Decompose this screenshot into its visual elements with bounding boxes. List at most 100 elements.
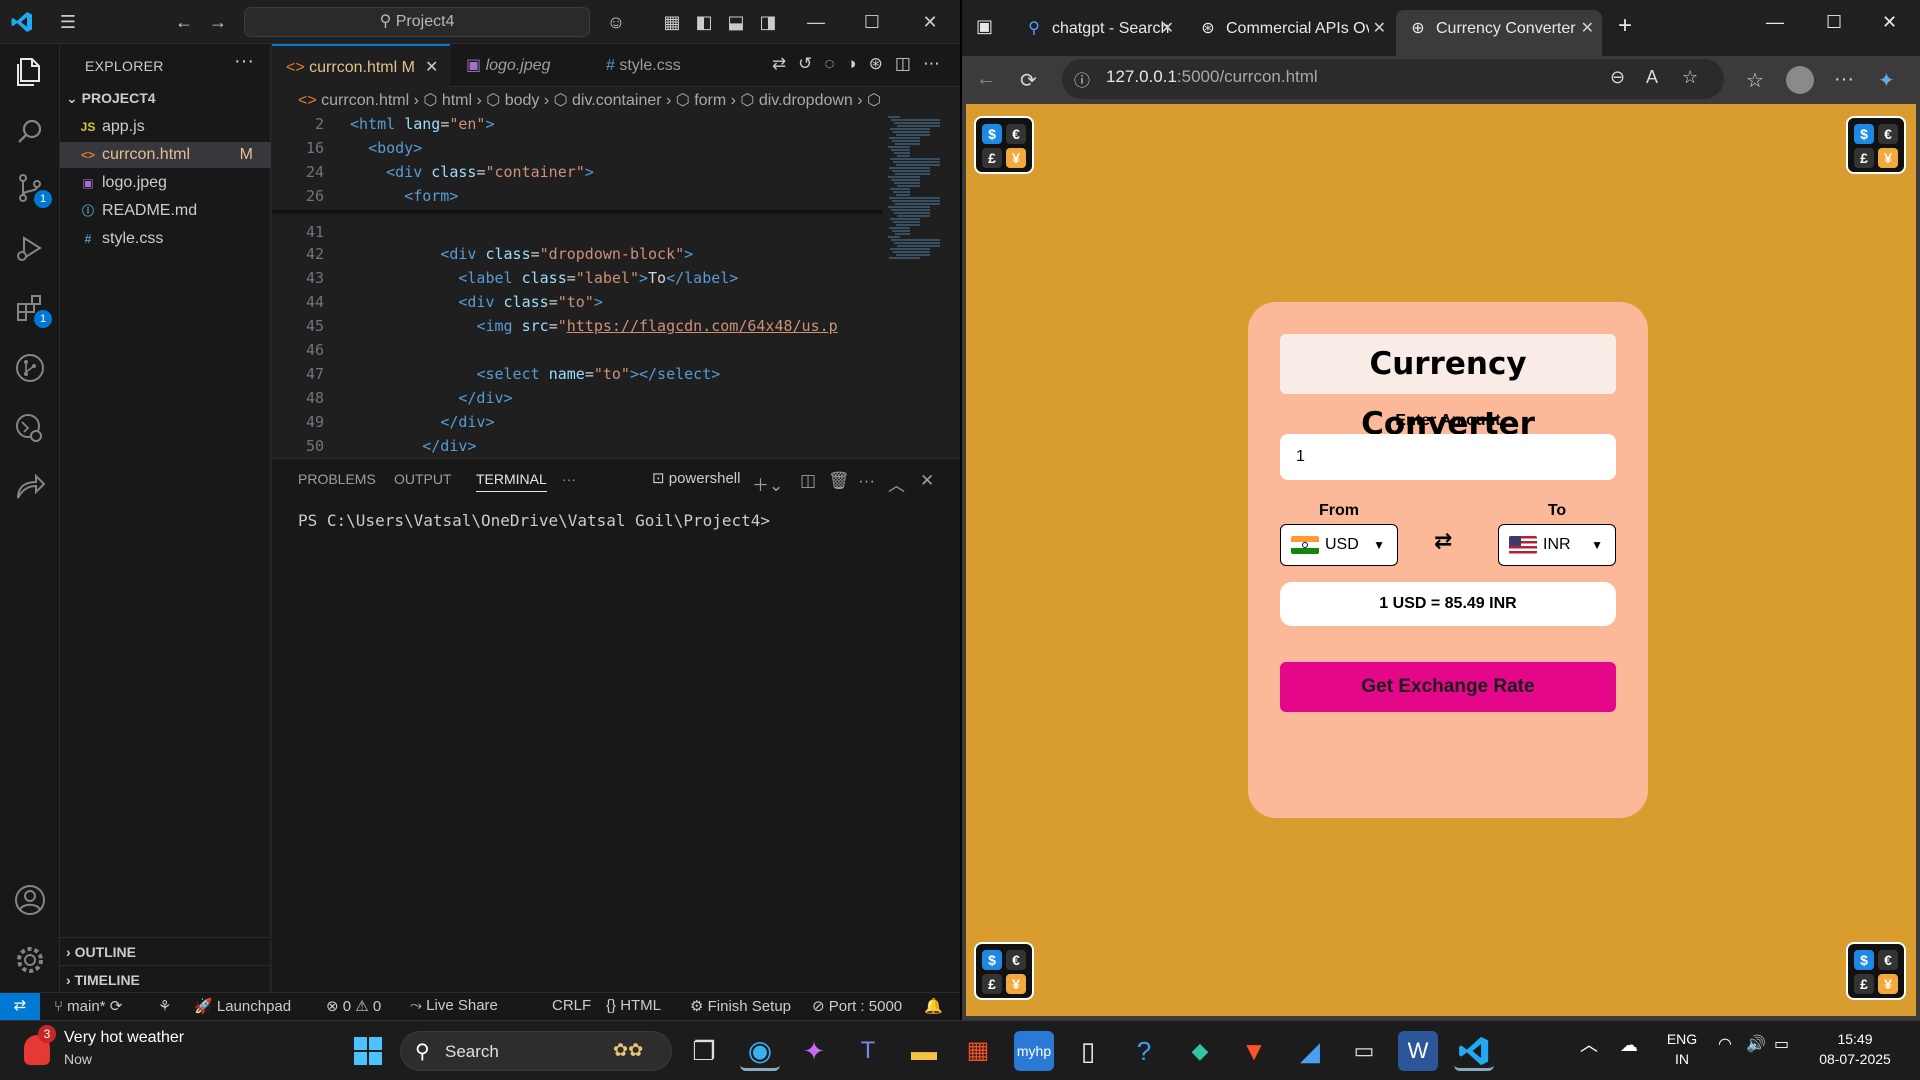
- settings-gear-icon[interactable]: [12, 942, 48, 978]
- onedrive-icon[interactable]: ☁: [1620, 1035, 1638, 1055]
- terminal-app-icon[interactable]: ▭: [1344, 1031, 1384, 1071]
- myhp-icon[interactable]: myhp: [1014, 1031, 1054, 1071]
- kill-terminal-icon[interactable]: 🗑: [828, 471, 850, 491]
- notifications-bell-icon[interactable]: 🔔: [924, 997, 943, 1015]
- back-arrow-icon[interactable]: ←: [172, 10, 196, 34]
- more-actions-icon[interactable]: ···: [234, 50, 254, 73]
- battery-icon[interactable]: ▭: [1774, 1035, 1789, 1055]
- run-debug-icon[interactable]: [12, 230, 48, 266]
- code-line[interactable]: 48 </div>: [272, 386, 513, 410]
- more-panel-tabs-icon[interactable]: ···: [562, 471, 576, 487]
- tab-terminal[interactable]: TERMINAL: [476, 471, 547, 492]
- terminal-prompt[interactable]: PS C:\Users\Vatsal\OneDrive\Vatsal Goil\…: [298, 511, 770, 530]
- command-center-search[interactable]: ⚲ Project4: [244, 7, 590, 37]
- vscode-taskbar-icon[interactable]: [1454, 1031, 1494, 1071]
- notepad-icon[interactable]: ▯: [1068, 1031, 1108, 1071]
- minimize-icon[interactable]: —: [804, 10, 828, 34]
- teams-icon[interactable]: T: [848, 1031, 888, 1071]
- profile-avatar[interactable]: [1786, 66, 1814, 94]
- get-exchange-rate-button[interactable]: Get Exchange Rate: [1280, 662, 1616, 712]
- forward-arrow-icon[interactable]: →: [206, 10, 230, 34]
- tab-logo-jpeg[interactable]: ▣ logo.jpeg: [452, 44, 592, 87]
- code-line[interactable]: 41: [272, 220, 350, 244]
- code-line[interactable]: 45 <img src="https://flagcdn.com/64x48/u…: [272, 314, 838, 338]
- clock[interactable]: 15:49 08-07-2025: [1810, 1029, 1900, 1069]
- address-bar[interactable]: ⓘ 127.0.0.1:5000/currcon.html ⊖ A ☆: [1062, 59, 1724, 99]
- close-tab-icon[interactable]: ✕: [425, 59, 438, 76]
- shark-app-icon[interactable]: ◢: [1290, 1031, 1330, 1071]
- split-terminal-icon[interactable]: ◫: [800, 471, 816, 491]
- menu-icon[interactable]: ☰: [56, 10, 80, 34]
- launchpad-button[interactable]: 🚀 Launchpad: [194, 997, 291, 1015]
- m365-icon[interactable]: ◆: [1180, 1031, 1220, 1071]
- code-line[interactable]: 42 <div class="dropdown-block">: [272, 242, 693, 266]
- settings-more-icon[interactable]: ···: [1834, 68, 1854, 91]
- favorite-star-icon[interactable]: ☆: [1682, 67, 1698, 88]
- file-style-css[interactable]: # style.css: [60, 226, 271, 252]
- copilot-icon[interactable]: ☺: [604, 10, 628, 34]
- close-tab-icon[interactable]: ✕: [1581, 10, 1594, 48]
- live-share-button[interactable]: ⤳ Live Share: [410, 997, 498, 1014]
- minimap[interactable]: [882, 112, 948, 452]
- close-panel-icon[interactable]: ✕: [920, 471, 934, 491]
- code-line[interactable]: 44 <div class="to">: [272, 290, 603, 314]
- store-icon[interactable]: ▦: [958, 1031, 998, 1071]
- tab-output[interactable]: OUTPUT: [394, 471, 452, 487]
- toggle-panel-icon[interactable]: ⬓: [724, 10, 748, 34]
- edge-browser-icon[interactable]: ◉: [740, 1031, 780, 1071]
- reload-icon[interactable]: ⟳: [1020, 68, 1037, 93]
- wifi-icon[interactable]: ◠: [1718, 1035, 1732, 1055]
- from-currency-select[interactable]: USD ▼: [1280, 524, 1398, 566]
- accounts-icon[interactable]: [12, 882, 48, 918]
- tab-problems[interactable]: PROBLEMS: [298, 471, 376, 487]
- code-line[interactable]: 43 <label class="label">To</label>: [272, 266, 738, 290]
- task-view-icon[interactable]: ❐: [684, 1031, 724, 1071]
- code-line[interactable]: 47 <select name="to"></select>: [272, 362, 720, 386]
- file-explorer-icon[interactable]: ▬: [904, 1031, 944, 1071]
- close-icon[interactable]: ✕: [1882, 12, 1897, 33]
- show-hidden-icons-icon[interactable]: ︿: [1580, 1035, 1598, 1055]
- code-line[interactable]: 2 <html lang="en">: [272, 112, 495, 136]
- code-line[interactable]: 24 <div class="container">: [272, 160, 594, 184]
- file-readme-md[interactable]: ⓘ README.md: [60, 198, 271, 224]
- editor-actions[interactable]: ⇄↺◌◑⊛◫⋯: [772, 54, 952, 74]
- port-indicator[interactable]: ⊘ Port : 5000: [812, 997, 902, 1015]
- remote-explorer-icon[interactable]: [12, 410, 48, 446]
- zoom-icon[interactable]: ⊖: [1610, 67, 1625, 88]
- file-logo-jpeg[interactable]: ▣ logo.jpeg: [60, 170, 271, 196]
- copilot-app-icon[interactable]: ✦: [794, 1031, 834, 1071]
- code-line[interactable]: 26 <form>: [272, 184, 458, 208]
- swap-arrows-icon[interactable]: ⇄: [1434, 528, 1452, 554]
- explorer-icon[interactable]: [12, 54, 48, 90]
- maximize-panel-icon[interactable]: ︿: [888, 471, 905, 496]
- tab-actions-icon[interactable]: ▣: [976, 16, 993, 37]
- project-folder[interactable]: ⌄ PROJECT4: [66, 90, 156, 107]
- windows-start-icon[interactable]: [348, 1031, 388, 1071]
- customize-layout-icon[interactable]: ▦: [660, 10, 684, 34]
- maximize-icon[interactable]: ☐: [860, 10, 884, 34]
- toggle-sidebar-icon[interactable]: ◧: [692, 10, 716, 34]
- back-arrow-icon[interactable]: ←: [976, 68, 996, 91]
- extensions-icon[interactable]: 1: [12, 290, 52, 328]
- help-icon[interactable]: ?: [1124, 1031, 1164, 1071]
- language-indicator[interactable]: ENG IN: [1664, 1029, 1700, 1069]
- site-info-icon[interactable]: ⓘ: [1074, 67, 1090, 91]
- file-app-js[interactable]: JS app.js: [60, 114, 271, 140]
- browser-tab-commercial-apis[interactable]: ⊛ Commercial APIs Ov ✕: [1186, 12, 1394, 46]
- live-share-icon[interactable]: [12, 470, 48, 506]
- favorites-icon[interactable]: ☆: [1746, 68, 1764, 93]
- copilot-icon[interactable]: ✦: [1878, 68, 1895, 93]
- problems-indicator[interactable]: ⊗ 0 ⚠ 0: [326, 997, 381, 1015]
- word-icon[interactable]: W: [1398, 1031, 1438, 1071]
- tab-currcon-html[interactable]: <> currcon.html M ✕: [272, 44, 450, 87]
- browser-tab-currency-converter[interactable]: ⊕ Currency Converter ✕: [1396, 10, 1602, 56]
- search-icon[interactable]: [12, 114, 48, 150]
- maximize-icon[interactable]: ☐: [1826, 12, 1842, 33]
- file-currcon-html[interactable]: <> currcon.html M: [60, 142, 271, 168]
- source-control-icon[interactable]: 1: [12, 170, 52, 208]
- close-tab-icon[interactable]: ✕: [1161, 12, 1174, 46]
- branch-indicator[interactable]: ⑂ main* ⟳: [54, 997, 122, 1015]
- read-aloud-icon[interactable]: A: [1646, 67, 1658, 88]
- new-terminal-icon[interactable]: ＋⌄: [752, 471, 783, 496]
- git-graph-status-icon[interactable]: ⚘: [158, 997, 171, 1015]
